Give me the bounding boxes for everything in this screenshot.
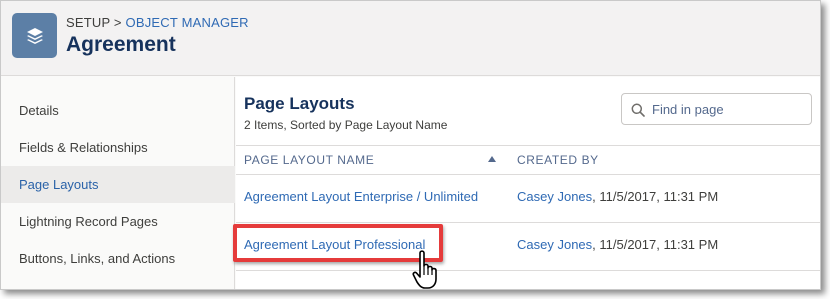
created-by-user-link[interactable]: Casey Jones: [517, 189, 592, 204]
created-date: , 11/5/2017, 11:31 PM: [592, 189, 719, 204]
page-layout-link[interactable]: Agreement Layout Professional: [244, 237, 425, 252]
sidebar-item-details[interactable]: Details: [1, 92, 235, 129]
created-by-cell: Casey Jones, 11/5/2017, 11:31 PM: [517, 189, 718, 204]
breadcrumb-setup[interactable]: SETUP: [66, 15, 110, 30]
sidebar-item-lightning-record-pages[interactable]: Lightning Record Pages: [1, 203, 235, 240]
column-header-created-by[interactable]: CREATED BY: [517, 153, 599, 167]
sidebar-item-buttons-links-actions[interactable]: Buttons, Links, and Actions: [1, 240, 235, 277]
find-in-page-input[interactable]: [652, 97, 807, 121]
search-icon: [631, 103, 645, 117]
main-panel: Page Layouts 2 Items, Sorted by Page Lay…: [236, 77, 820, 289]
breadcrumb: SETUP > OBJECT MANAGER: [66, 15, 249, 30]
object-header: SETUP > OBJECT MANAGER Agreement: [1, 1, 820, 76]
sidebar-nav: Details Fields & Relationships Page Layo…: [1, 77, 235, 289]
column-header-page-layout-name[interactable]: PAGE LAYOUT NAME: [244, 153, 374, 167]
table-row: Agreement Layout Enterprise / Unlimited …: [236, 175, 820, 223]
table-header: PAGE LAYOUT NAME CREATED BY: [236, 145, 820, 175]
hand-pointer-cursor-icon: [412, 250, 437, 289]
sidebar-item-fields-relationships[interactable]: Fields & Relationships: [1, 129, 235, 166]
page-title: Agreement: [66, 33, 176, 56]
breadcrumb-separator: >: [113, 15, 122, 30]
created-by-cell: Casey Jones, 11/5/2017, 11:31 PM: [517, 237, 718, 252]
created-date: , 11/5/2017, 11:31 PM: [592, 237, 719, 252]
page-layout-link[interactable]: Agreement Layout Enterprise / Unlimited: [244, 189, 478, 204]
sort-ascending-icon[interactable]: [488, 156, 496, 162]
section-subtitle: 2 Items, Sorted by Page Layout Name: [244, 118, 448, 132]
created-by-user-link[interactable]: Casey Jones: [517, 237, 592, 252]
setup-window: SETUP > OBJECT MANAGER Agreement Details…: [0, 0, 821, 290]
breadcrumb-object-manager[interactable]: OBJECT MANAGER: [126, 15, 249, 30]
stacked-layers-icon: [12, 13, 57, 58]
table-row: Agreement Layout Professional Casey Jone…: [236, 223, 820, 271]
sidebar-item-page-layouts[interactable]: Page Layouts: [1, 166, 235, 203]
section-title: Page Layouts: [244, 94, 355, 113]
find-in-page-box: [621, 93, 812, 125]
